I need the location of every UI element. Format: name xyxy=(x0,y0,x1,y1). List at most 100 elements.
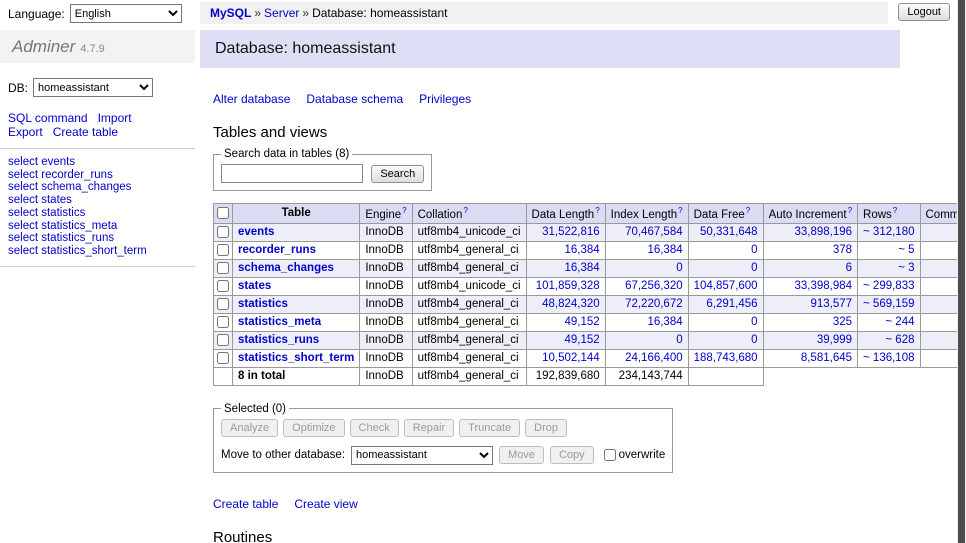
data-free-link[interactable]: 50,331,648 xyxy=(700,226,758,238)
column-help-link[interactable]: ? xyxy=(893,206,897,215)
data-free-link[interactable]: 0 xyxy=(751,334,757,346)
app-version[interactable]: 4.7.9 xyxy=(80,43,104,55)
data-free-link[interactable]: 6,291,456 xyxy=(706,298,757,310)
search-input[interactable] xyxy=(221,164,363,183)
index-length-link[interactable]: 24,166,400 xyxy=(625,352,683,364)
data-length-link[interactable]: 16,384 xyxy=(564,262,599,274)
data-length-link[interactable]: 16,384 xyxy=(564,244,599,256)
data-free-link[interactable]: 104,857,600 xyxy=(694,280,758,292)
overwrite-checkbox[interactable] xyxy=(604,449,616,461)
column-help-link[interactable]: ? xyxy=(463,206,467,215)
index-length-link[interactable]: 72,220,672 xyxy=(625,298,683,310)
move-db-select[interactable]: homeassistant xyxy=(351,446,493,465)
column-help-link[interactable]: ? xyxy=(402,206,406,215)
table-name-link[interactable]: schema_changes xyxy=(238,262,334,274)
data-free-link[interactable]: 188,743,680 xyxy=(694,352,758,364)
data-free-link[interactable]: 0 xyxy=(751,316,757,328)
rows-link[interactable]: ~ 312,180 xyxy=(863,226,914,238)
data-free-link[interactable]: 0 xyxy=(751,262,757,274)
column-help-link[interactable]: ? xyxy=(595,206,599,215)
auto-increment-link[interactable]: 33,398,984 xyxy=(794,280,852,292)
table-name-link[interactable]: states xyxy=(238,280,271,292)
row-checkbox[interactable] xyxy=(217,352,229,364)
copy-button[interactable]: Copy xyxy=(550,446,594,464)
create-link[interactable]: Create table xyxy=(213,497,278,511)
column-help-link[interactable]: ? xyxy=(848,206,852,215)
column-help-link[interactable]: ? xyxy=(678,206,682,215)
search-button[interactable]: Search xyxy=(371,165,424,183)
index-length-link[interactable]: 67,256,320 xyxy=(625,280,683,292)
rows-link[interactable]: ~ 244 xyxy=(885,316,914,328)
data-length-link[interactable]: 10,502,144 xyxy=(542,352,600,364)
auto-increment-link[interactable]: 6 xyxy=(846,262,852,274)
truncate-button[interactable]: Truncate xyxy=(459,419,520,437)
rows-link[interactable]: ~ 3 xyxy=(898,262,914,274)
repair-button[interactable]: Repair xyxy=(404,419,454,437)
app-name[interactable]: Adminer xyxy=(12,37,75,56)
row-checkbox[interactable] xyxy=(217,280,229,292)
index-length-link[interactable]: 16,384 xyxy=(647,244,682,256)
auto-increment-link[interactable]: 378 xyxy=(833,244,852,256)
index-length-link[interactable]: 0 xyxy=(676,334,682,346)
sidebar-table-link[interactable]: select recorder_runs xyxy=(8,169,187,182)
rows-link[interactable]: ~ 5 xyxy=(898,244,914,256)
sidebar-action-link[interactable]: SQL command xyxy=(8,111,88,125)
table-name-link[interactable]: statistics_short_term xyxy=(238,352,354,364)
index-length-link[interactable]: 16,384 xyxy=(647,316,682,328)
db-select[interactable]: homeassistant xyxy=(33,78,153,97)
rows-link[interactable]: ~ 569,159 xyxy=(863,298,914,310)
sidebar-action-link[interactable]: Import xyxy=(98,111,132,125)
sidebar-action-link[interactable]: Create table xyxy=(53,125,118,139)
sidebar-table-link[interactable]: select states xyxy=(8,194,187,207)
select-all-checkbox[interactable] xyxy=(217,207,229,219)
sidebar-table-link[interactable]: select statistics xyxy=(8,207,187,220)
language-select[interactable]: English xyxy=(70,4,182,23)
scrollbar-thumb[interactable] xyxy=(958,0,965,543)
row-checkbox[interactable] xyxy=(217,226,229,238)
auto-increment-link[interactable]: 325 xyxy=(833,316,852,328)
auto-increment-link[interactable]: 33,898,196 xyxy=(794,226,852,238)
row-checkbox[interactable] xyxy=(217,244,229,256)
rows-link[interactable]: ~ 136,108 xyxy=(863,352,914,364)
table-name-link[interactable]: statistics_meta xyxy=(238,316,321,328)
table-name-link[interactable]: events xyxy=(238,226,274,238)
sidebar-action-link[interactable]: Export xyxy=(8,125,43,139)
table-name-link[interactable]: statistics_runs xyxy=(238,334,319,346)
breadcrumb-mysql-link[interactable]: MySQL xyxy=(210,6,251,20)
data-length-link[interactable]: 48,824,320 xyxy=(542,298,600,310)
index-length-link[interactable]: 0 xyxy=(676,262,682,274)
table-name-link[interactable]: statistics xyxy=(238,298,288,310)
sidebar-table-link[interactable]: select statistics_meta xyxy=(8,220,187,233)
vertical-scrollbar[interactable] xyxy=(957,0,966,543)
sidebar-table-link[interactable]: select statistics_short_term xyxy=(8,245,187,258)
row-checkbox[interactable] xyxy=(217,298,229,310)
table-name-link[interactable]: recorder_runs xyxy=(238,244,316,256)
sidebar-table-link[interactable]: select statistics_runs xyxy=(8,232,187,245)
row-checkbox[interactable] xyxy=(217,262,229,274)
db-action-link[interactable]: Database schema xyxy=(306,92,403,106)
sidebar-table-link[interactable]: select events xyxy=(8,156,187,169)
data-length-link[interactable]: 31,522,816 xyxy=(542,226,600,238)
logout-button[interactable]: Logout xyxy=(898,3,950,21)
optimize-button[interactable]: Optimize xyxy=(283,419,344,437)
rows-link[interactable]: ~ 299,833 xyxy=(863,280,914,292)
sidebar-table-link[interactable]: select schema_changes xyxy=(8,181,187,194)
data-length-link[interactable]: 101,859,328 xyxy=(536,280,600,292)
breadcrumb-server-link[interactable]: Server xyxy=(264,6,299,20)
row-checkbox[interactable] xyxy=(217,316,229,328)
check-button[interactable]: Check xyxy=(350,419,399,437)
rows-link[interactable]: ~ 628 xyxy=(885,334,914,346)
db-action-link[interactable]: Alter database xyxy=(213,92,290,106)
analyze-button[interactable]: Analyze xyxy=(221,419,278,437)
drop-button[interactable]: Drop xyxy=(525,419,567,437)
column-help-link[interactable]: ? xyxy=(746,206,750,215)
data-length-link[interactable]: 49,152 xyxy=(564,334,599,346)
index-length-link[interactable]: 70,467,584 xyxy=(625,226,683,238)
auto-increment-link[interactable]: 39,999 xyxy=(817,334,852,346)
create-link[interactable]: Create view xyxy=(294,497,357,511)
data-length-link[interactable]: 49,152 xyxy=(564,316,599,328)
db-action-link[interactable]: Privileges xyxy=(419,92,471,106)
auto-increment-link[interactable]: 8,581,645 xyxy=(801,352,852,364)
row-checkbox[interactable] xyxy=(217,334,229,346)
auto-increment-link[interactable]: 913,577 xyxy=(810,298,852,310)
